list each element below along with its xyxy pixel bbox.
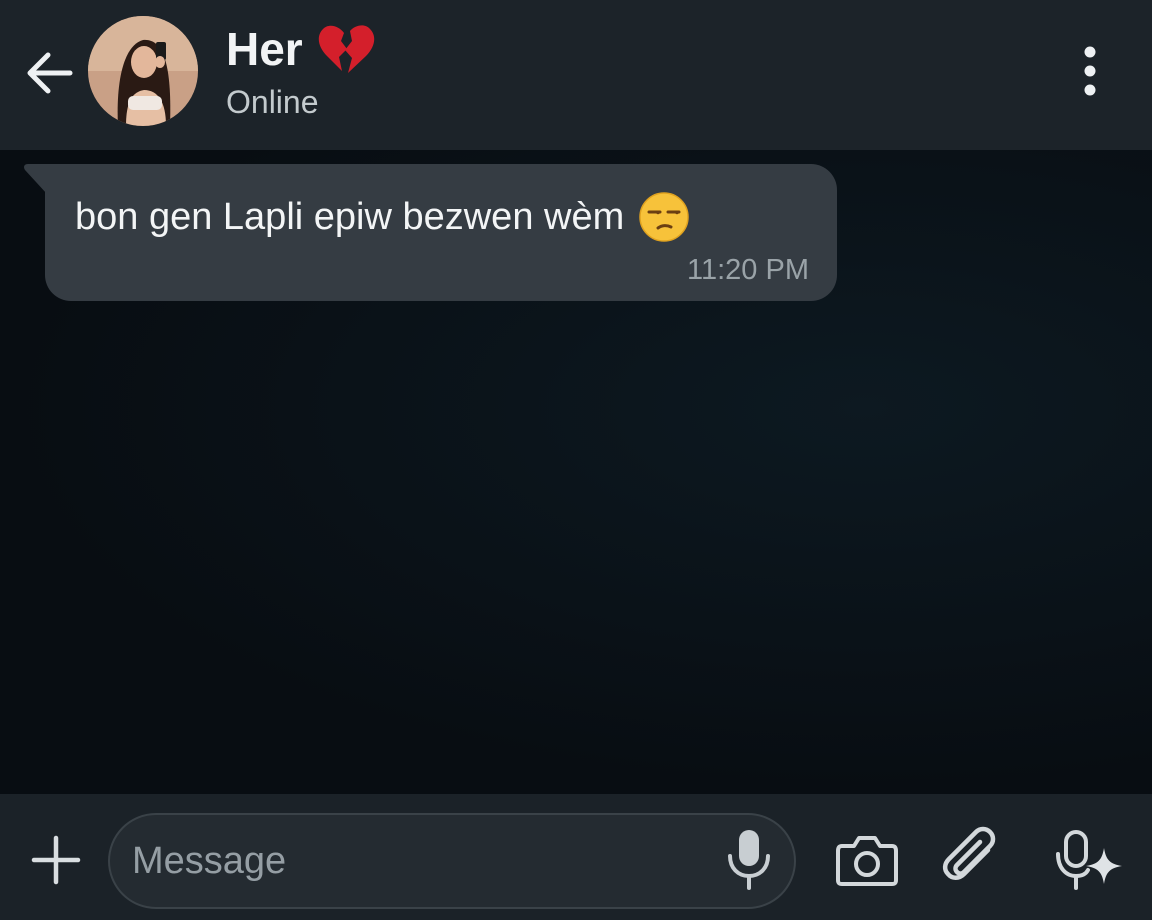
- paperclip-icon: [942, 826, 996, 880]
- chat-header: Her Online: [0, 0, 1152, 150]
- more-vertical-icon: [1084, 46, 1096, 96]
- more-options-button[interactable]: [1070, 42, 1110, 104]
- add-attachment-button[interactable]: [28, 832, 84, 888]
- message-text: bon gen Lapli epiw bezwen wèm: [75, 195, 625, 238]
- broken-heart-icon: [318, 25, 374, 73]
- contact-status: Online: [226, 84, 319, 120]
- contact-name: Her: [226, 23, 303, 75]
- bubble-tail: [24, 164, 47, 194]
- attach-file-button[interactable]: [940, 826, 1006, 894]
- incoming-message-bubble[interactable]: bon gen Lapli epiw bezwen wèm 11:20 PM: [24, 164, 837, 301]
- camera-icon: [836, 836, 898, 886]
- message-input[interactable]: [108, 813, 796, 909]
- contact-name-row: Her: [226, 20, 375, 78]
- message-text-row: bon gen Lapli epiw bezwen wèm: [75, 191, 690, 243]
- contact-avatar[interactable]: [88, 16, 198, 126]
- unamused-face-icon: [639, 192, 689, 242]
- microphone-icon: [728, 830, 770, 890]
- contact-info[interactable]: Her Online: [226, 20, 375, 121]
- dictation-button[interactable]: [722, 826, 776, 892]
- plus-icon: [31, 835, 81, 885]
- ai-voice-button[interactable]: [1052, 826, 1126, 894]
- message-timestamp: 11:20 PM: [687, 254, 809, 286]
- arrow-left-icon: [27, 52, 73, 94]
- message-list[interactable]: bon gen Lapli epiw bezwen wèm 11:20 PM: [0, 150, 1152, 794]
- ai-voice-icon: [1056, 830, 1122, 890]
- camera-button[interactable]: [834, 828, 900, 892]
- back-button[interactable]: [22, 46, 76, 100]
